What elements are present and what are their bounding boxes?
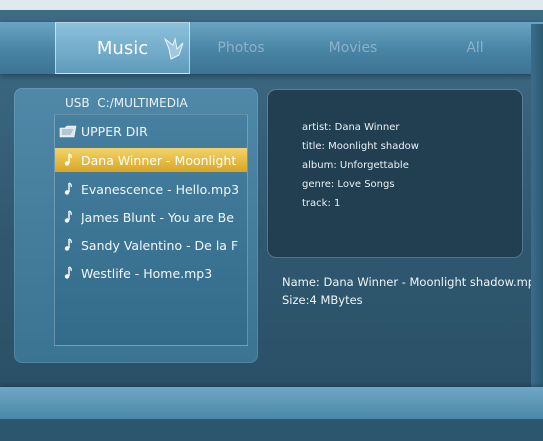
- list-item[interactable]: James Blunt - You are Be: [55, 205, 247, 229]
- genre-field: genre: Love Songs: [302, 179, 395, 190]
- music-note-icon: [55, 182, 81, 196]
- right-frame-edge: [531, 24, 543, 387]
- list-item[interactable]: Evanescence - Hello.mp3: [55, 177, 247, 201]
- bottom-bar: [0, 387, 543, 419]
- top-border: [0, 0, 543, 10]
- tab-photos[interactable]: Photos: [206, 22, 276, 74]
- music-note-icon: [55, 153, 81, 167]
- music-note-icon: [55, 238, 81, 252]
- file-name: Name: Dana Winner - Moonlight shadow.mp3: [282, 275, 543, 289]
- title-field: title: Moonlight shadow: [302, 141, 419, 152]
- tab-movies[interactable]: Movies: [318, 22, 388, 74]
- list-item-upper-dir[interactable]: UPPER DIR: [55, 119, 247, 143]
- media-tab-bar: Music Photos Movies All: [0, 22, 543, 74]
- tab-music[interactable]: Music: [55, 22, 190, 74]
- tab-photos-label: Photos: [217, 40, 265, 56]
- artist-field: artist: Dana Winner: [302, 122, 400, 133]
- list-item-label: Dana Winner - Moonlight: [81, 152, 237, 168]
- tab-music-label: Music: [96, 37, 149, 59]
- list-item-label: Westlife - Home.mp3: [81, 265, 213, 281]
- tab-all[interactable]: All: [440, 22, 510, 74]
- music-category-icon: [163, 37, 185, 66]
- path-label: C:/MULTIMEDIA: [97, 96, 188, 110]
- track-field: track: 1: [302, 198, 341, 209]
- album-field: album: Unforgettable: [302, 160, 409, 171]
- tab-movies-label: Movies: [328, 40, 378, 56]
- folder-up-icon: [55, 124, 81, 138]
- device-label: USB: [65, 96, 90, 110]
- list-item[interactable]: Westlife - Home.mp3: [55, 261, 247, 285]
- music-note-icon: [55, 210, 81, 224]
- bottom-frame: [0, 419, 543, 441]
- tab-all-label: All: [466, 40, 484, 56]
- list-item-label: James Blunt - You are Be: [81, 209, 234, 225]
- list-item[interactable]: Sandy Valentino - De la F: [55, 233, 247, 257]
- list-item-label: Sandy Valentino - De la F: [81, 237, 239, 253]
- file-size: Size:4 MBytes: [282, 293, 363, 307]
- current-path: USB C:/MULTIMEDIA: [65, 96, 188, 110]
- file-info: Name: Dana Winner - Moonlight shadow.mp3…: [282, 273, 542, 309]
- list-item-selected[interactable]: Dana Winner - Moonlight: [55, 148, 247, 172]
- metadata-list: artist: Dana Winner title: Moonlight sha…: [302, 118, 419, 213]
- list-item-label: UPPER DIR: [81, 123, 148, 139]
- file-list: UPPER DIR Dana Winner - Moonlight Evanes…: [54, 114, 248, 346]
- list-item-label: Evanescence - Hello.mp3: [81, 181, 240, 197]
- music-note-icon: [55, 266, 81, 280]
